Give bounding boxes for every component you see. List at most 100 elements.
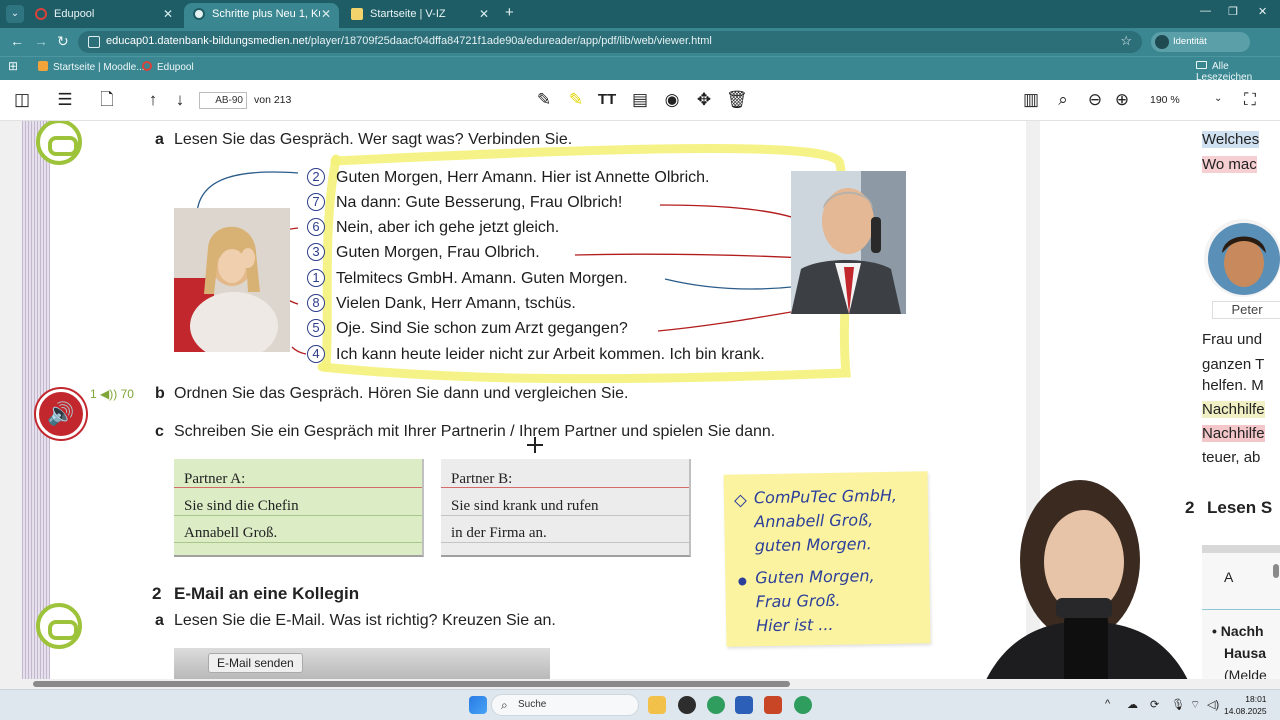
sync-icon[interactable]: ⟳ [1150,698,1159,711]
exercise-letter-a: a [155,612,164,629]
document-icon[interactable]: 🗋 [97,90,117,110]
outline-icon[interactable]: ☰ [55,90,75,110]
move-icon[interactable]: ✥ [694,90,714,110]
profile-avatar-icon [1155,35,1169,49]
tab-edupool[interactable]: Edupool ✕ [26,3,181,28]
dialogue-line: 6 Nein, aber ich gehe jetzt gleich. [307,218,559,237]
taskbar-search[interactable]: Suche [491,694,639,716]
note-line: ComPuTec GmbH, [753,485,898,508]
page-number-input[interactable]: AB-90 [199,92,247,109]
tab-startseite-viz[interactable]: Startseite | V-IZ ✕ [342,3,497,28]
dialogue-line: 8 Vielen Dank, Herr Amann, tschüs. [307,294,576,313]
dialogue-line: 3 Guten Morgen, Frau Olbrich. [307,243,540,262]
email-window-bar: E-Mail senden [174,648,550,679]
note-line: Frau Groß. [755,590,841,612]
back-arrow-icon[interactable]: ← [10,33,24,49]
tray-chevron-icon[interactable]: ^ [1105,698,1110,710]
close-tab-icon[interactable]: ✕ [321,3,331,25]
minimize-icon[interactable]: — [1200,5,1211,17]
bookmark-moodle[interactable]: Startseite | Moodle... [38,61,145,73]
right-page-text: helfen. M [1202,377,1264,394]
bookmark-star-icon[interactable]: ☆ [1120,33,1132,49]
highlighter-icon[interactable]: ✎ [566,90,586,110]
reload-icon[interactable]: ↻ [57,33,69,50]
bookmarks-bar: ⊞ Startseite | Moodle... Edupool Alle Le… [0,56,1280,83]
viz-favicon-icon [351,8,363,20]
partner-a-line: Sie sind die Chefin [184,498,299,514]
scrollbar-thumb[interactable] [33,681,790,687]
avatar-label: Peter [1212,301,1280,319]
line-number: 8 [307,294,325,312]
word-icon[interactable] [735,696,753,714]
chevron-down-icon[interactable]: ⌄ [1214,93,1222,104]
card-rule [174,542,422,543]
new-tab-button[interactable]: + [505,4,514,21]
send-email-button[interactable]: E-Mail senden [208,653,303,673]
powerpoint-icon[interactable] [764,696,782,714]
url-field[interactable]: educap01.datenbank-bildungsmedien.net/pl… [78,31,1142,53]
bookmark-label: Startseite | Moodle... [53,62,145,73]
moodle-icon [38,61,48,71]
comment-icon[interactable]: ▤ [630,90,650,110]
page-count: von 213 [254,94,292,106]
hide-annotations-icon[interactable]: ◉ [662,90,682,110]
globe-favicon-icon [193,8,205,20]
partner-a-card: Partner A: Sie sind die Chefin Annabell … [174,459,424,557]
webcam-overlay [952,470,1200,689]
microphone-icon[interactable]: 🎙 [1171,698,1185,711]
line-text: Oje. Sind Sie schon zum Arzt gegangen? [336,320,628,337]
reading-mode-icon[interactable]: ▥ [1021,90,1041,110]
sick-woman-illustration [174,208,290,352]
delete-icon[interactable]: 🗑 [726,90,748,110]
zoom-select[interactable]: 190 % [1150,94,1180,106]
tab-search-button[interactable]: ⌄ [6,5,24,23]
zoom-in-icon[interactable]: ⊕ [1112,90,1132,110]
site-info-icon[interactable] [88,36,100,48]
card-rule [174,515,422,516]
text-tool-icon[interactable]: TT [597,90,617,110]
dialogue-line: 5 Oje. Sind Sie schon zum Arzt gegangen? [307,319,628,338]
card-line: • Nachh [1212,623,1264,639]
cloud-icon[interactable]: ☁ [1127,698,1138,711]
app-icon[interactable] [678,696,696,714]
edupool-icon [142,61,152,71]
previous-page-icon[interactable]: ↑ [143,90,163,110]
clock[interactable]: 18:01 14.08.2025 [1224,693,1267,717]
pdf-page-left[interactable]: a Lesen Sie das Gespräch. Wer sagt was? … [22,121,1026,679]
crosshair-cursor-icon [527,437,543,453]
close-tab-icon[interactable]: ✕ [163,3,173,25]
fullscreen-icon[interactable]: ⛶ [1240,90,1260,110]
card-rule [441,515,689,516]
clock-date: 14.08.2025 [1224,706,1267,716]
find-in-document-icon[interactable]: ⌕ [1053,90,1073,110]
file-explorer-icon[interactable] [648,696,666,714]
chrome-profile-icon[interactable] [794,696,812,714]
tab-strip: ⌄ Edupool ✕ Schritte plus Neu 1, Kurs- u… [0,0,1280,28]
link-icon[interactable] [36,121,82,165]
vertical-scrollbar[interactable] [1273,564,1279,578]
forward-arrow-icon[interactable]: → [34,33,48,49]
identity-button[interactable]: Identität bestätigen [1151,32,1250,67]
close-tab-icon[interactable]: ✕ [479,3,489,25]
photo-sick-woman [174,208,290,352]
sidebar-toggle-icon[interactable]: ◫ [12,90,32,110]
line-text: Ich kann heute leider nicht zur Arbeit k… [336,346,765,363]
close-window-icon[interactable]: ✕ [1258,5,1267,18]
volume-icon[interactable]: ◁) [1207,698,1219,711]
zoom-out-icon[interactable]: ⊖ [1085,90,1105,110]
horizontal-scrollbar[interactable] [0,679,1280,689]
link-icon[interactable] [36,603,82,649]
tab-schritte-plus[interactable]: Schritte plus Neu 1, Kurs- und / ✕ [184,3,339,28]
next-page-icon[interactable]: ↓ [170,90,190,110]
restore-icon[interactable]: ❐ [1228,5,1238,18]
bookmark-edupool[interactable]: Edupool [142,61,194,73]
card-line: (Melde [1224,667,1267,679]
apps-grid-icon[interactable]: ⊞ [8,59,18,73]
note-line: Annabell Groß, [754,510,874,532]
audio-speaker-icon[interactable]: 🔊 [36,389,86,439]
partner-b-card: Partner B: Sie sind krank und rufen in d… [441,459,691,557]
windows-start-icon[interactable] [469,696,487,714]
pen-icon[interactable]: ✎ [534,90,554,110]
chrome-icon[interactable] [707,696,725,714]
network-icon[interactable]: ⌔ [1190,698,1200,712]
